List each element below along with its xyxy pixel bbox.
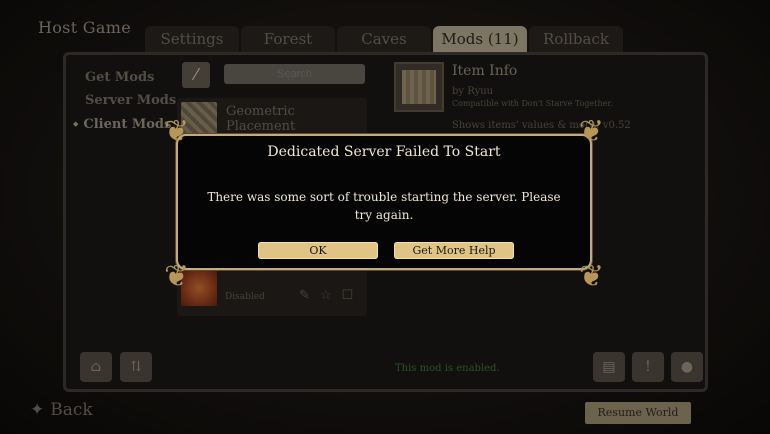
dialog-message: There was some sort of trouble starting … [207,190,561,222]
dialog-title: Dedicated Server Failed To Start [267,144,501,160]
ok-button[interactable]: OK [258,242,378,259]
error-dialog: ❦ ❦ ❦ ❦ Dedicated Server Failed To Start… [164,114,604,294]
ornament-icon: ❦ [164,259,190,294]
ornament-icon: ❦ [578,259,604,294]
get-more-help-button[interactable]: Get More Help [394,242,514,259]
